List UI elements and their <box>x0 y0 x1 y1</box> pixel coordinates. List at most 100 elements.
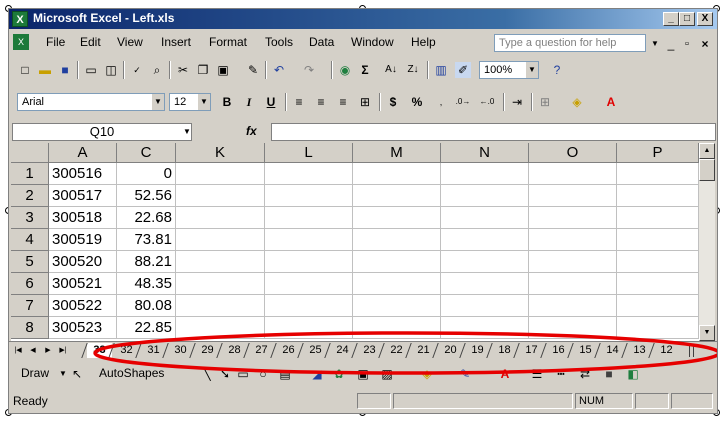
zoom-combo[interactable]: 100% ▼ <box>479 61 539 79</box>
menu-file[interactable]: File <box>46 35 65 49</box>
scroll-down-icon[interactable]: ▼ <box>699 325 715 341</box>
cell-empty[interactable] <box>617 185 699 207</box>
undo-icon[interactable]: ↶ <box>271 62 287 78</box>
column-header-n[interactable]: N <box>441 143 529 163</box>
open-icon[interactable]: ▬ <box>37 62 53 78</box>
doc-close-icon[interactable]: × <box>697 36 713 52</box>
cell-c[interactable]: 73.81 <box>117 229 176 251</box>
row-header[interactable]: 7 <box>11 295 49 317</box>
cell-empty[interactable] <box>529 163 617 185</box>
cell-empty[interactable] <box>265 163 353 185</box>
cell-empty[interactable] <box>529 207 617 229</box>
cell-empty[interactable] <box>441 185 529 207</box>
cell-empty[interactable] <box>176 251 265 273</box>
cell-empty[interactable] <box>176 295 265 317</box>
sort-ascending-icon[interactable]: A↓ <box>383 62 399 78</box>
scroll-up-icon[interactable]: ▲ <box>699 143 715 159</box>
paste-icon[interactable]: ▣ <box>215 62 231 78</box>
cell-c[interactable]: 22.85 <box>117 317 176 339</box>
cell-empty[interactable] <box>265 207 353 229</box>
column-header-l[interactable]: L <box>265 143 353 163</box>
drawing-icon[interactable]: ✐ <box>455 62 471 78</box>
row-header[interactable]: 2 <box>11 185 49 207</box>
cell-empty[interactable] <box>617 207 699 229</box>
cut-icon[interactable]: ✂ <box>175 62 191 78</box>
copy-icon[interactable]: ❐ <box>195 62 211 78</box>
sheet-tab-12[interactable]: 12 <box>654 343 679 358</box>
cell-empty[interactable] <box>529 273 617 295</box>
formula-input[interactable] <box>271 123 716 141</box>
chart-wizard-icon[interactable]: ▥ <box>433 62 449 78</box>
cell-c[interactable]: 52.56 <box>117 185 176 207</box>
cell-empty[interactable] <box>176 185 265 207</box>
chevron-down-icon[interactable]: ▼ <box>526 62 538 78</box>
shadow-icon[interactable]: ■ <box>601 366 617 382</box>
cell-a[interactable]: 300516 <box>49 163 117 185</box>
font-color-draw-icon[interactable]: A <box>497 366 513 382</box>
cell-empty[interactable] <box>441 163 529 185</box>
menu-view[interactable]: View <box>117 35 143 49</box>
decrease-decimal-icon[interactable]: ←.0 <box>479 94 495 110</box>
cell-a[interactable]: 300520 <box>49 251 117 273</box>
menu-format[interactable]: Format <box>209 35 247 49</box>
cell-empty[interactable] <box>529 295 617 317</box>
cell-a[interactable]: 300518 <box>49 207 117 229</box>
menu-insert[interactable]: Insert <box>161 35 191 49</box>
minimize-button[interactable]: _ <box>663 12 679 26</box>
oval-icon[interactable]: ○ <box>255 366 271 382</box>
borders-icon[interactable]: ⊞ <box>537 94 553 110</box>
cell-empty[interactable] <box>176 229 265 251</box>
column-header-a[interactable]: A <box>49 143 117 163</box>
cell-empty[interactable] <box>617 229 699 251</box>
cell-empty[interactable] <box>353 251 441 273</box>
cell-c[interactable]: 88.21 <box>117 251 176 273</box>
cell-c[interactable]: 80.08 <box>117 295 176 317</box>
chevron-down-icon[interactable]: ▼ <box>152 94 164 110</box>
save-icon[interactable]: ■ <box>57 62 73 78</box>
comma-style-icon[interactable]: , <box>433 94 449 110</box>
chevron-down-icon[interactable]: ▼ <box>198 94 210 110</box>
picture-icon[interactable]: ▨ <box>379 366 395 382</box>
cell-empty[interactable] <box>617 295 699 317</box>
cell-empty[interactable] <box>617 317 699 339</box>
menu-tools[interactable]: Tools <box>265 35 293 49</box>
select-all-corner[interactable] <box>11 143 49 163</box>
diagram-icon[interactable]: ✿ <box>331 366 347 382</box>
text-box-icon[interactable]: ▤ <box>277 366 293 382</box>
cell-empty[interactable] <box>353 207 441 229</box>
cell-a[interactable]: 300521 <box>49 273 117 295</box>
cell-empty[interactable] <box>265 295 353 317</box>
cell-empty[interactable] <box>176 273 265 295</box>
cell-empty[interactable] <box>353 317 441 339</box>
select-objects-icon[interactable]: ↖ <box>69 366 85 382</box>
cell-a[interactable]: 300523 <box>49 317 117 339</box>
cell-a[interactable]: 300519 <box>49 229 117 251</box>
cell-empty[interactable] <box>529 317 617 339</box>
font-size-combo[interactable]: 12 ▼ <box>169 93 211 111</box>
redo-icon[interactable]: ↷ <box>301 62 317 78</box>
cell-empty[interactable] <box>617 273 699 295</box>
autoshapes-menu-button[interactable]: AutoShapes <box>99 366 164 380</box>
row-header[interactable]: 6 <box>11 273 49 295</box>
row-header[interactable]: 5 <box>11 251 49 273</box>
cell-empty[interactable] <box>529 185 617 207</box>
cell-empty[interactable] <box>617 251 699 273</box>
column-header-p[interactable]: P <box>617 143 699 163</box>
cell-empty[interactable] <box>441 295 529 317</box>
scroll-thumb[interactable] <box>699 159 715 181</box>
menu-edit[interactable]: Edit <box>80 35 101 49</box>
cell-empty[interactable] <box>176 207 265 229</box>
cell-a[interactable]: 300522 <box>49 295 117 317</box>
cell-empty[interactable] <box>617 163 699 185</box>
maximize-button[interactable]: □ <box>679 12 695 26</box>
help-icon[interactable]: ? <box>549 62 565 78</box>
column-header-m[interactable]: M <box>353 143 441 163</box>
row-header[interactable]: 4 <box>11 229 49 251</box>
3d-style-icon[interactable]: ◧ <box>625 366 641 382</box>
indent-icon[interactable]: ⇥ <box>509 94 525 110</box>
line-icon[interactable]: ╲ <box>199 366 215 382</box>
merge-center-icon[interactable]: ⊞ <box>357 94 373 110</box>
fill-color-draw-icon[interactable]: ◈ <box>419 366 435 382</box>
cell-empty[interactable] <box>529 229 617 251</box>
insert-function-icon[interactable]: fx <box>246 124 257 138</box>
